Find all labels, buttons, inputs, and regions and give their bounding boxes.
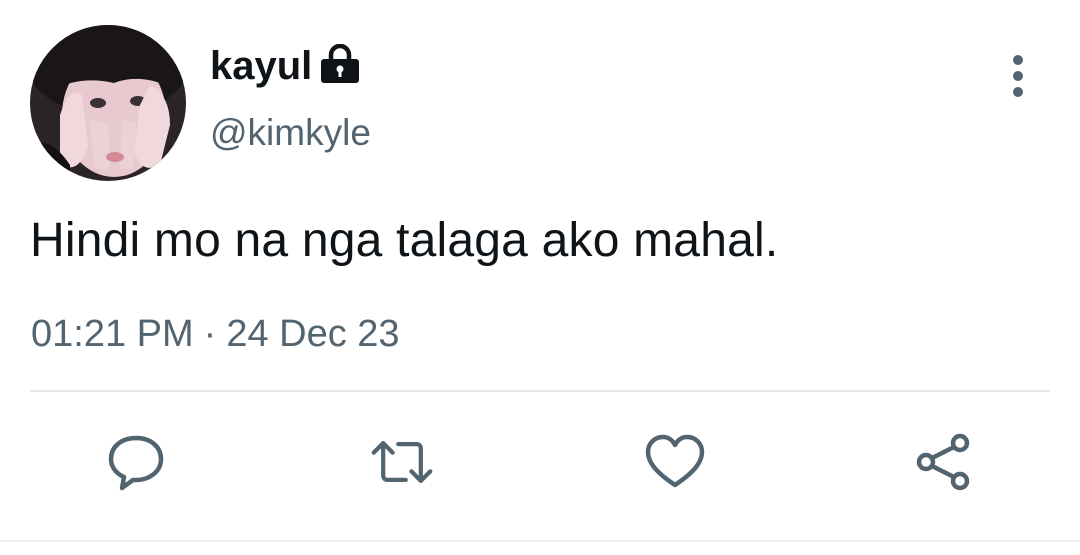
user-handle[interactable]: @kimkyle [210,110,371,156]
heart-icon [645,434,705,488]
comment-icon [108,435,164,491]
share-button[interactable] [912,430,976,494]
tweet-date: 24 Dec 23 [226,313,400,355]
more-vertical-icon[interactable] [996,52,1040,100]
tweet-timestamp[interactable]: 01:21 PM · 24 Dec 23 [31,310,400,358]
tweet-time: 01:21 PM [31,313,194,355]
lock-icon [321,44,359,83]
reply-button[interactable] [104,430,168,494]
display-name[interactable]: kayul [210,40,312,92]
share-icon [916,433,970,491]
tweet-card: kayul @kimkyle Hindi mo na nga talaga ak… [0,0,1080,555]
tweet-text: Hindi mo na nga talaga ako mahal. [30,214,779,267]
bottom-divider [0,540,1080,542]
retweet-icon [371,441,433,483]
like-button[interactable] [643,430,707,494]
meta-separator: · [203,313,217,355]
avatar-image [30,25,186,181]
avatar[interactable] [30,25,186,181]
divider [30,390,1050,392]
retweet-button[interactable] [370,430,434,494]
